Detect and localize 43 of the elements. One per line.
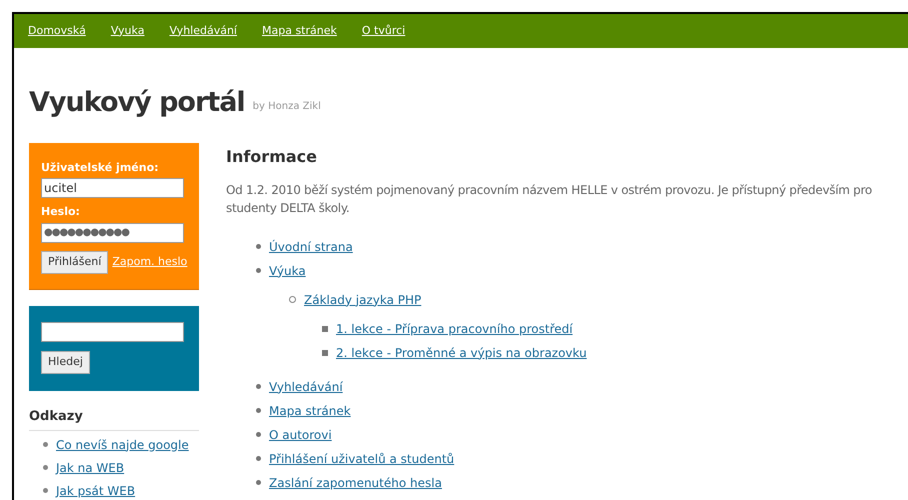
bullet-icon [43, 465, 48, 470]
nav-link[interactable]: Vyuka [110, 22, 144, 40]
bullet-icon [43, 488, 48, 493]
bullet-icon [289, 296, 296, 303]
username-label: Uživatelské jméno: [41, 160, 160, 176]
menu-link[interactable]: Zaslání zapomenutého hesla [269, 474, 442, 492]
bullet-icon [43, 442, 48, 447]
bullet-icon [256, 268, 261, 273]
menu-link[interactable]: 2. lekce - Proměnné a výpis na obrazovku [336, 344, 587, 362]
links-heading: Odkazy [29, 408, 84, 426]
menu-link[interactable]: O autorovi [269, 426, 332, 444]
sidebar-link[interactable]: Jak na WEB [56, 458, 124, 476]
bullet-icon [256, 480, 261, 485]
menu-link[interactable]: Výuka [269, 262, 306, 280]
menu-link[interactable]: 1. lekce - Příprava pracovního prostředí [336, 320, 573, 338]
menu-link[interactable]: Úvodní strana [269, 238, 353, 256]
bullet-icon [256, 408, 261, 413]
nav-link[interactable]: Mapa stránek [262, 22, 337, 40]
nav-link[interactable]: O tvůrci [362, 22, 406, 40]
bullet-icon [256, 456, 261, 461]
bullet-icon [322, 350, 328, 356]
content-heading: Informace [226, 146, 318, 168]
bullet-icon [256, 384, 261, 389]
menu-link[interactable]: Přihlášení uživatelů a studentů [269, 450, 454, 468]
bullet-icon [322, 326, 328, 332]
username-field[interactable]: ucitel [41, 178, 184, 198]
search-field[interactable] [41, 322, 184, 342]
bullet-icon [256, 432, 261, 437]
site-title: Vyukový portál [29, 88, 245, 116]
nav-link[interactable]: Domovská [28, 22, 86, 40]
menu-link[interactable]: Vyhledávání [269, 378, 343, 396]
login-button[interactable]: Přihlášení [41, 250, 108, 274]
search-button[interactable]: Hledej [41, 350, 90, 374]
menu-link[interactable]: Základy jazyka PHP [304, 290, 422, 308]
intro-paragraph: Od 1.2. 2010 běží systém pojmenovaný pracovním názvem HELLE v ostrém provozu. Je přístupný především pro studenty DELTA školy. [226, 182, 873, 216]
byline: by Honza Zikl [252, 100, 321, 114]
password-field[interactable]: ●●●●●●●●●●● [41, 222, 184, 242]
password-label: Heslo: [41, 204, 81, 220]
nav-link[interactable]: Vyhledávání [169, 22, 237, 40]
sidebar-link[interactable]: Co nevíš najde google [56, 436, 189, 454]
sidebar-link[interactable]: Jak psát WEB [56, 482, 136, 500]
menu-link[interactable]: Mapa stránek [269, 402, 351, 420]
bullet-icon [256, 244, 261, 249]
